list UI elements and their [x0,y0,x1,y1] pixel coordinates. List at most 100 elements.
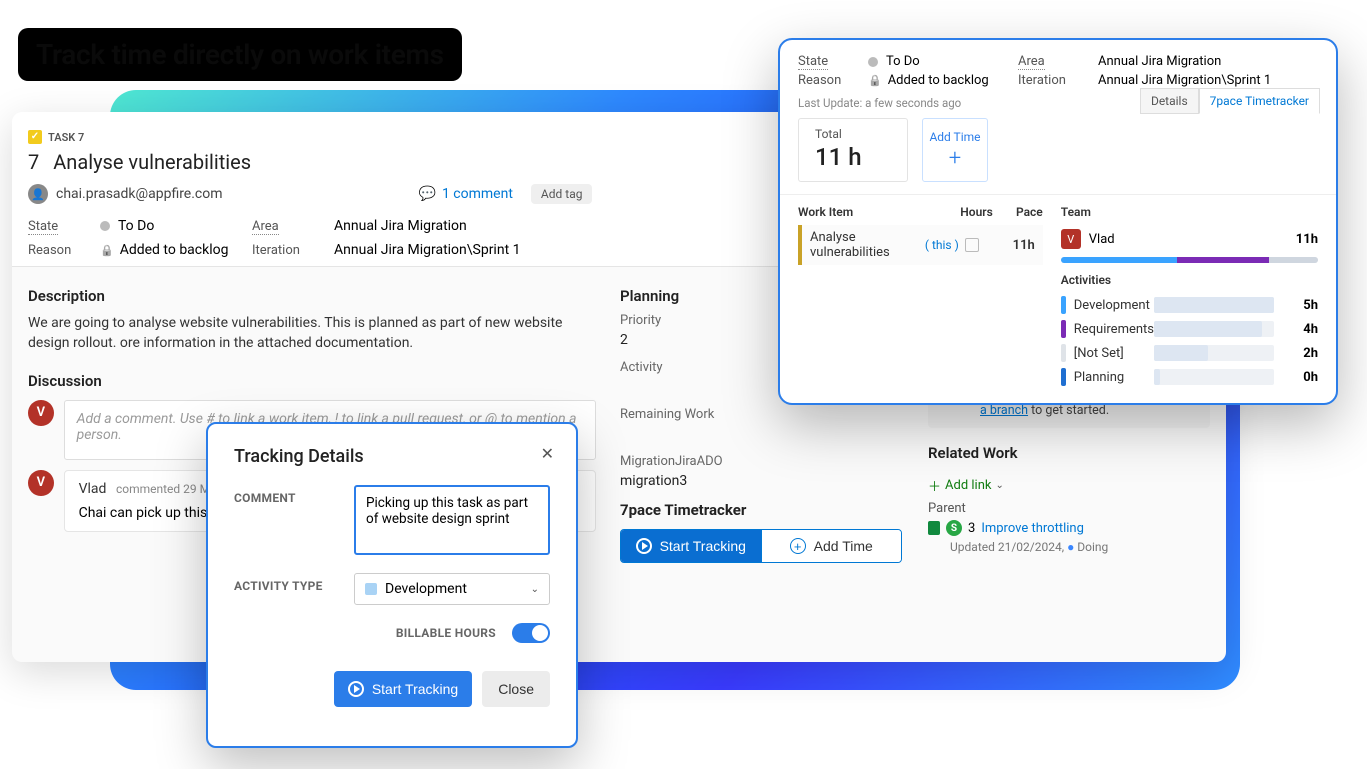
modal-close-button[interactable]: Close [482,671,550,707]
chevron-down-icon: ⌄ [995,480,1003,491]
avatar-icon: 👤 [28,184,48,204]
activity-row[interactable]: [Not Set]2h [1061,341,1318,365]
description-text[interactable]: We are going to analyse website vulnerab… [28,313,596,354]
reason-label: Reason [28,243,88,258]
activity-row[interactable]: Requirements4h [1061,317,1318,341]
custom-field-value[interactable]: migration3 [620,473,904,489]
tt-area-label: Area [1018,54,1088,69]
parent-updated: Updated 21/02/2024, [950,540,1064,554]
assignee-email: chai.prasadk@appfire.com [56,186,223,202]
play-icon [348,681,364,697]
add-time-card[interactable]: Add Time + [922,118,988,182]
activity-bar [1154,321,1274,337]
col-hours: Hours [933,205,993,219]
total-value: 11 h [815,143,891,171]
tt-iteration-value[interactable]: Annual Jira Migration\Sprint 1 [1098,73,1318,88]
billable-toggle[interactable] [512,623,550,643]
close-icon[interactable]: ✕ [541,444,554,463]
tt-state-value[interactable]: To Do [868,54,1008,69]
activity-color-swatch [365,583,377,595]
activity-hours: 4h [1284,322,1318,337]
comment-label: COMMENT [234,485,338,505]
tt-reason-label: Reason [798,73,858,88]
discussion-heading: Discussion [28,372,596,390]
description-heading: Description [28,287,596,305]
team-avatar: V [1061,229,1081,249]
related-add-link[interactable]: ＋ Add link ⌄ [928,476,1004,495]
activity-color-stripe [1061,320,1066,338]
team-member-row[interactable]: V Vlad 11h [1061,225,1318,253]
col-pace: Pace [993,205,1043,219]
activity-color-stripe [1061,368,1066,386]
plus-icon: + [790,538,806,554]
assignee-field[interactable]: 👤 chai.prasadk@appfire.com [28,184,223,204]
tab-details[interactable]: Details [1140,88,1199,114]
parent-label: Parent [928,501,1210,516]
add-time-button[interactable]: + Add Time [761,530,902,562]
this-indicator: ( this ) [925,238,959,252]
start-tracking-button[interactable]: Start Tracking [621,530,761,562]
timetracker-heading: 7pace Timetracker [620,501,904,519]
tab-timetracker[interactable]: 7pace Timetracker [1199,88,1320,114]
activity-bar [1154,297,1274,313]
team-distribution-bar [1061,257,1318,263]
tracking-details-modal: Tracking Details ✕ COMMENT ACTIVITY TYPE… [206,422,578,748]
modal-title: Tracking Details [234,446,550,467]
comment-icon: 💬 [419,186,436,202]
activity-bar [1154,345,1274,361]
plus-icon: + [949,148,961,170]
tt-iteration-label: Iteration [1018,73,1088,88]
activity-name: Planning [1074,370,1154,385]
comment-textarea[interactable] [354,485,550,555]
comment-author-avatar: V [28,470,54,496]
reason-value: Added to backlog [100,242,240,258]
add-tag-button[interactable]: Add tag [531,184,593,204]
parent-work-item-link[interactable]: Improve throttling [981,521,1084,536]
activity-name: Development [1074,298,1154,313]
activity-hours: 0h [1284,370,1318,385]
billable-label: BILLABLE HOURS [396,626,496,640]
task-label: TASK 7 [48,131,84,144]
calculator-icon [965,238,979,252]
col-workitem: Work Item [798,205,933,219]
work-item-title[interactable]: Analyse vulnerabilities [53,150,251,174]
activities-heading: Activities [1061,273,1318,287]
modal-start-tracking-button[interactable]: Start Tracking [334,671,472,707]
total-hours-card: Total 11 h [798,118,908,182]
activity-row[interactable]: Planning 0h [1061,365,1318,389]
work-item-number: 7 [28,150,39,174]
play-icon [636,538,652,554]
feature-icon [928,521,940,535]
custom-field-label: MigrationJiraADO [620,454,904,469]
workitem-row-name: Analyse vulnerabilities [810,230,919,260]
team-member-name: Vlad [1089,232,1288,247]
state-label: State [28,219,88,234]
remaining-work-value[interactable] [620,426,904,442]
parent-link-section: Parent S 3 Improve throttling Updated 21… [928,501,1210,554]
timetracker-panel: State To Do Area Annual Jira Migration R… [778,38,1338,405]
tt-state-label: State [798,54,858,69]
activity-color-stripe [1061,296,1066,314]
activity-type-select[interactable]: Development ⌄ [354,573,550,605]
workitem-row[interactable]: Analyse vulnerabilities ( this ) 11h [798,225,1043,265]
activity-hours: 2h [1284,346,1318,361]
remaining-work-label: Remaining Work [620,407,904,422]
state-value[interactable]: To Do [100,218,240,234]
total-label: Total [815,127,891,141]
related-work-heading: Related Work [928,444,1210,462]
activity-bar [1154,369,1274,385]
task-icon: ✓ [28,130,42,144]
plus-icon: ＋ [928,476,941,495]
marketing-headline: Track time directly on work items [18,28,462,81]
activity-color-stripe [1061,344,1066,362]
parent-status: Doing [1077,540,1108,554]
task-type-pill: ✓ TASK 7 [28,130,84,144]
chevron-down-icon: ⌄ [531,584,539,595]
iteration-label: Iteration [252,243,322,258]
comments-link[interactable]: 💬 1 comment [419,186,513,202]
activity-hours: 5h [1284,298,1318,313]
area-label: Area [252,219,322,234]
current-user-avatar: V [28,400,54,426]
tt-area-value[interactable]: Annual Jira Migration [1098,54,1318,69]
activity-row[interactable]: Development 5h [1061,293,1318,317]
